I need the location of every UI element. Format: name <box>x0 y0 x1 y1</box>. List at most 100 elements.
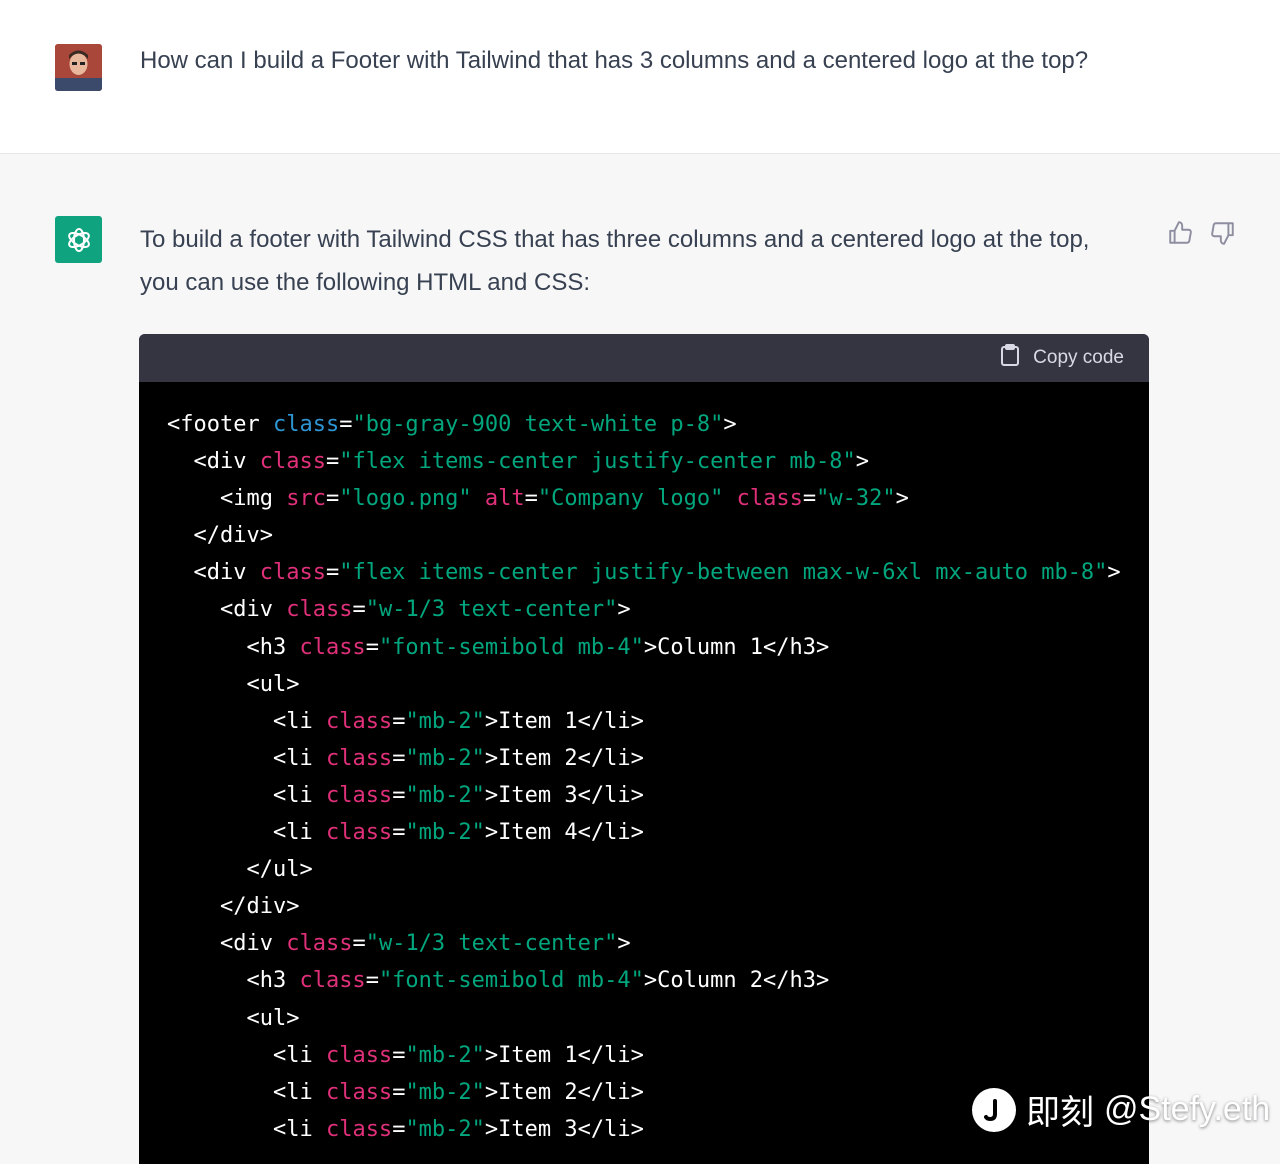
code-line: <img src="logo.png" alt="Company logo" c… <box>167 480 1121 517</box>
code-token: "mb-2" <box>405 820 485 846</box>
code-token: >Column 2</h3> <box>643 968 830 994</box>
assistant-message-text: To build a footer with Tailwind CSS that… <box>140 218 1150 304</box>
code-line: <li class="mb-2">Item 2</li> <box>167 740 1121 777</box>
code-token: <li <box>167 782 326 808</box>
code-token: <li <box>167 1042 326 1068</box>
code-token: = <box>339 412 353 437</box>
code-line: <h3 class="font-semibold mb-4">Column 2<… <box>167 962 1121 999</box>
code-token: = <box>524 486 538 512</box>
code-token: = <box>802 486 817 512</box>
user-message-row: How can I build a Footer with Tailwind t… <box>0 0 1280 154</box>
code-token: = <box>392 820 406 846</box>
user-message-text: How can I build a Footer with Tailwind t… <box>140 47 1089 74</box>
code-content: <footer class="bg-gray-900 text-white p-… <box>139 382 1149 1164</box>
jike-logo-icon <box>972 1087 1016 1132</box>
code-line: <li class="mb-2">Item 1</li> <box>167 703 1121 740</box>
code-token: </div> <box>167 523 273 549</box>
code-token: class <box>736 486 803 512</box>
code-token: = <box>352 931 366 957</box>
code-token: class <box>286 931 353 957</box>
code-token: "flex items-center justify-center mb-8" <box>339 449 856 475</box>
watermark-handle: @Stefy.eth <box>1104 1090 1271 1128</box>
code-token: = <box>392 782 406 808</box>
code-token: src <box>286 486 326 512</box>
code-token: <li <box>167 1116 326 1142</box>
assistant-intro-line-2: you can use the following HTML and CSS: <box>140 269 591 296</box>
code-token: "mb-2" <box>405 708 485 734</box>
watermark: 即刻 @Stefy.eth <box>972 1085 1270 1134</box>
code-token: <div <box>167 597 287 623</box>
copy-code-button[interactable]: Copy code <box>999 343 1124 373</box>
code-token: >Column 1</h3> <box>643 634 830 660</box>
thumbs-up-icon[interactable] <box>1167 220 1193 246</box>
code-line: </ul> <box>167 851 1121 888</box>
code-token: "mb-2" <box>405 782 485 808</box>
code-token: class <box>325 1042 393 1068</box>
code-token: > <box>723 412 737 437</box>
code-token: "w-32" <box>816 486 896 512</box>
code-token: >Item 4</li> <box>484 820 644 846</box>
code-token: = <box>392 1116 406 1142</box>
code-block: Copy code <footer class="bg-gray-900 tex… <box>139 334 1149 1164</box>
code-token: class <box>325 1116 393 1142</box>
code-token: = <box>392 1042 406 1068</box>
watermark-brand: 即刻 <box>1026 1094 1094 1132</box>
code-token: >Item 1</li> <box>484 708 644 734</box>
code-token: class <box>259 560 326 586</box>
code-token: "mb-2" <box>405 1079 485 1105</box>
code-token: </div> <box>167 894 300 920</box>
code-token: <div <box>167 931 287 957</box>
code-token: <li <box>167 820 326 846</box>
code-token: >Item 3</li> <box>484 782 644 808</box>
code-token: >Item 2</li> <box>484 1079 644 1105</box>
code-token: "w-1/3 text-center" <box>365 931 618 957</box>
code-token: = <box>325 486 340 512</box>
code-token: <img <box>167 486 287 512</box>
assistant-message-row: To build a footer with Tailwind CSS that… <box>0 154 1280 1164</box>
thumbs-down-icon[interactable] <box>1210 220 1236 246</box>
code-token: class <box>325 782 393 808</box>
code-token: <h3 <box>167 634 300 660</box>
code-token: = <box>325 560 340 586</box>
code-token: "mb-2" <box>405 745 485 771</box>
code-token: alt <box>484 486 525 512</box>
code-token: >Item 2</li> <box>484 745 644 771</box>
code-line: <footer class="bg-gray-900 text-white p-… <box>167 406 1121 443</box>
clipboard-icon <box>999 343 1021 373</box>
code-token: > <box>1107 560 1121 586</box>
code-token: class <box>325 1079 393 1105</box>
code-token: class <box>325 708 393 734</box>
code-token: = <box>325 449 340 475</box>
code-token: = <box>352 597 366 623</box>
code-token: <ul> <box>167 1005 300 1031</box>
code-token: "bg-gray-900 text-white p-8" <box>352 412 724 437</box>
code-line: <h3 class="font-semibold mb-4">Column 1<… <box>167 629 1121 666</box>
code-line: <div class="flex items-center justify-be… <box>167 554 1121 591</box>
code-line: <div class="flex items-center justify-ce… <box>167 443 1121 480</box>
code-token: class <box>299 968 366 994</box>
code-token: <h3 <box>167 968 300 994</box>
code-token: "mb-2" <box>405 1042 485 1068</box>
code-token: "Company logo" <box>537 486 724 512</box>
code-line: <ul> <box>167 1000 1121 1037</box>
code-line: <div class="w-1/3 text-center"> <box>167 925 1121 962</box>
code-token: = <box>392 745 406 771</box>
user-avatar <box>55 44 102 91</box>
assistant-intro-line-1: To build a footer with Tailwind CSS that… <box>140 226 1090 253</box>
code-token: class <box>325 820 393 846</box>
code-token: "mb-2" <box>405 1116 485 1142</box>
code-token: "flex items-center justify-between max-w… <box>339 560 1108 586</box>
openai-logo-icon <box>55 216 102 263</box>
code-line: </div> <box>167 517 1121 554</box>
code-token: class <box>272 412 340 437</box>
code-token: class <box>286 597 353 623</box>
code-token: "logo.png" <box>339 486 472 512</box>
code-token: >Item 3</li> <box>484 1116 644 1142</box>
code-token: <li <box>167 745 326 771</box>
code-token: > <box>617 597 631 623</box>
code-token: "w-1/3 text-center" <box>365 597 618 623</box>
copy-code-label: Copy code <box>1033 347 1124 368</box>
code-token: <li <box>167 1079 326 1105</box>
code-line: <ul> <box>167 666 1121 703</box>
